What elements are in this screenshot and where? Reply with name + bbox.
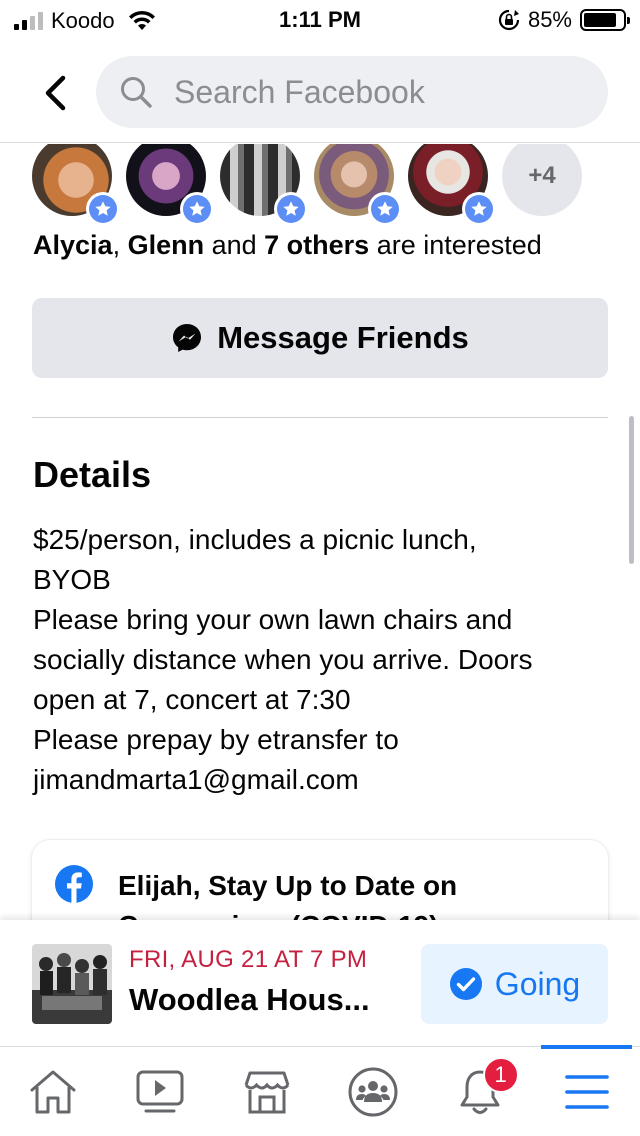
details-line: socially distance when you arrive. Doors [33, 644, 533, 675]
going-button[interactable]: Going [421, 944, 608, 1024]
event-thumbnail[interactable] [32, 944, 112, 1024]
menu-icon [564, 1075, 609, 1109]
avatar[interactable] [126, 144, 214, 226]
friend-name: Alycia [33, 230, 113, 260]
event-bar: FRI, AUG 21 AT 7 PM Woodlea Hous... Goin… [0, 920, 640, 1046]
search-icon [121, 77, 152, 108]
avatar[interactable] [32, 144, 120, 226]
others-count: 7 others [264, 230, 370, 260]
friends-avatars: +4 [32, 144, 582, 226]
status-bar: Koodo 1:11 PM 85% [0, 0, 640, 40]
rotation-lock-icon [498, 9, 520, 31]
interested-star-icon [462, 192, 496, 226]
interested-star-icon [368, 192, 402, 226]
going-label: Going [494, 965, 581, 1002]
status-right: 85% [498, 7, 630, 33]
event-date: FRI, AUG 21 AT 7 PM [129, 946, 368, 973]
avatar[interactable] [220, 144, 308, 226]
nav-groups[interactable] [320, 1047, 427, 1136]
details-body: $25/person, includes a picnic lunch, BYO… [33, 520, 593, 800]
notification-badge: 1 [482, 1057, 519, 1093]
section-divider [32, 417, 608, 418]
covid-info-card[interactable]: Elijah, Stay Up to Date on Coronavirus (… [32, 840, 608, 920]
event-content: +4 Alycia, Glenn and 7 others are intere… [0, 144, 640, 920]
bottom-nav: 1 [0, 1045, 640, 1136]
details-heading: Details [33, 454, 152, 495]
event-title[interactable]: Woodlea Hous... [129, 982, 370, 1018]
nav-watch[interactable] [107, 1047, 214, 1136]
search-input[interactable] [174, 73, 574, 111]
avatar[interactable] [408, 144, 496, 226]
home-icon [30, 1070, 76, 1114]
details-email[interactable]: jimandmarta1@gmail.com [33, 760, 593, 800]
header [0, 40, 640, 143]
back-button[interactable] [30, 68, 80, 118]
avatar[interactable] [314, 144, 402, 226]
checkmark-circle-icon [449, 968, 482, 1000]
nav-notifications[interactable]: 1 [427, 1047, 534, 1136]
nav-menu[interactable] [533, 1045, 640, 1136]
messenger-icon [173, 324, 202, 352]
nav-home[interactable] [0, 1047, 107, 1136]
interested-star-icon [180, 192, 214, 226]
details-line: BYOB [33, 564, 111, 595]
interested-star-icon [86, 192, 120, 226]
details-line: Please bring your own lawn chairs and [33, 604, 513, 635]
details-line: Please prepay by etransfer to [33, 724, 399, 755]
details-line: $25/person, includes a picnic lunch, [33, 524, 477, 555]
friend-name: Glenn [127, 230, 205, 260]
scrollbar[interactable] [629, 416, 634, 564]
nav-marketplace[interactable] [213, 1047, 320, 1136]
chevron-left-icon [45, 75, 66, 111]
groups-icon [348, 1067, 398, 1117]
search-bar[interactable] [96, 56, 608, 128]
battery-icon [580, 9, 630, 31]
marketplace-icon [244, 1071, 290, 1114]
interested-summary[interactable]: Alycia, Glenn and 7 others are intereste… [33, 230, 542, 261]
facebook-icon [55, 865, 93, 903]
watch-icon [136, 1070, 184, 1113]
details-line: open at 7, concert at 7:30 [33, 684, 351, 715]
covid-card-title: Elijah, Stay Up to Date on Coronavirus (… [118, 870, 458, 920]
battery-percent: 85% [527, 7, 572, 32]
message-friends-button[interactable]: Message Friends [32, 298, 608, 378]
message-friends-label: Message Friends [217, 320, 469, 355]
interested-star-icon [274, 192, 308, 226]
more-friends-count[interactable]: +4 [502, 144, 582, 216]
